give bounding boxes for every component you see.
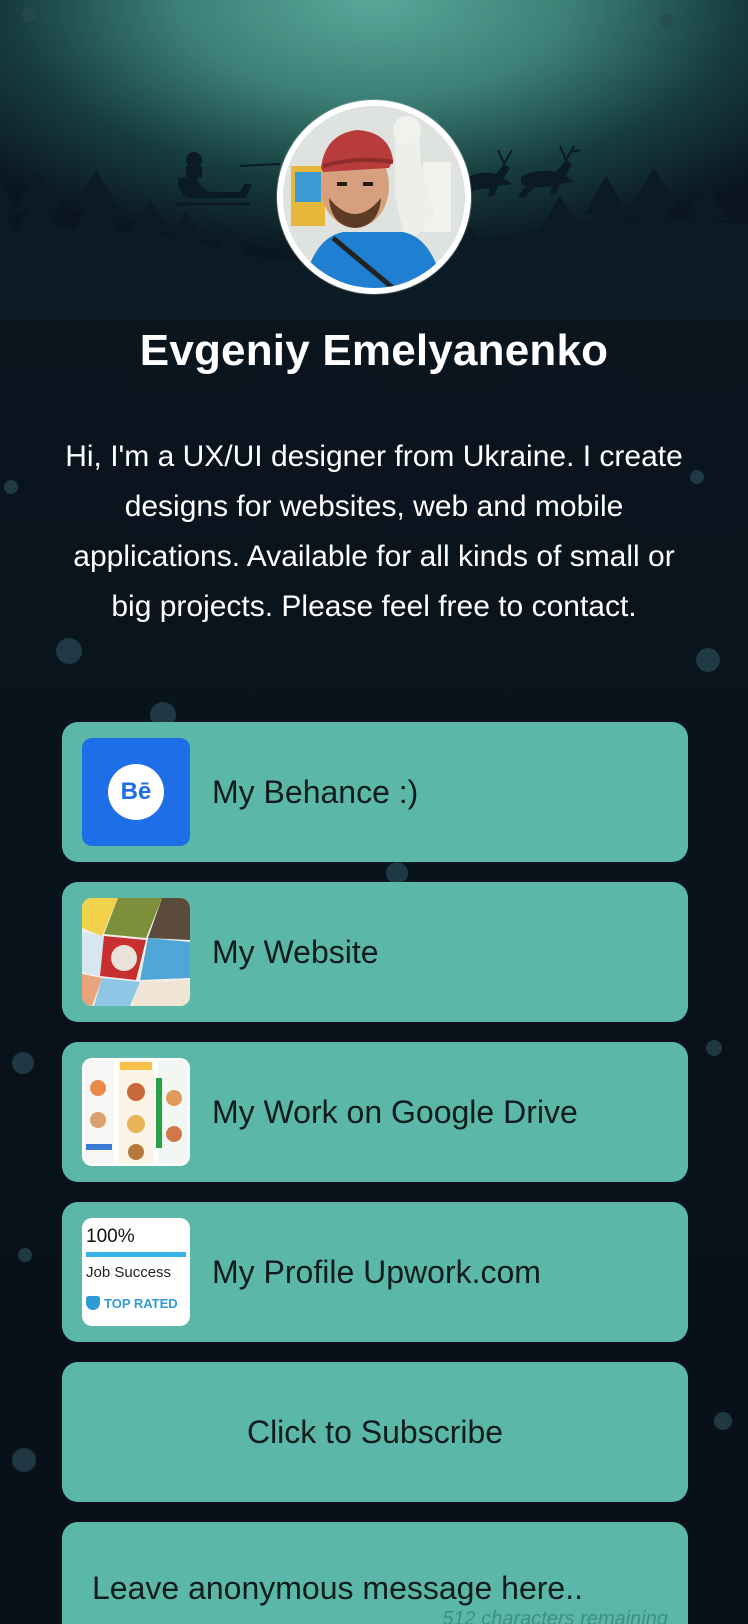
- snowflake: [386, 862, 408, 884]
- upwork-percent-text: 100%: [86, 1226, 135, 1247]
- upwork-link-label: My Profile Upwork.com: [212, 1254, 541, 1290]
- upwork-badge-image: 100% Job Success TOP RATED: [82, 1218, 190, 1326]
- snowflake: [12, 1448, 36, 1472]
- google-drive-link-button[interactable]: My Work on Google Drive: [62, 1042, 688, 1182]
- website-link-button[interactable]: My Website: [62, 882, 688, 1022]
- snowflake: [714, 1412, 732, 1430]
- profile-bio: Hi, I'm a UX/UI designer from Ukraine. I…: [65, 440, 683, 623]
- website-collage-image: [82, 898, 190, 1006]
- anonymous-message-card: 512 characters remaining: [62, 1522, 688, 1624]
- google-drive-thumbnail: [82, 1058, 190, 1166]
- behance-link-label: My Behance :): [212, 774, 419, 810]
- avatar-photo: [283, 106, 465, 288]
- subscribe-button-label: Click to Subscribe: [246, 1414, 504, 1450]
- behance-link-button[interactable]: Bē My Behance :): [62, 722, 688, 862]
- hero-header: [0, 0, 748, 320]
- website-thumbnail: [82, 898, 190, 1006]
- google-drive-link-label: My Work on Google Drive: [212, 1094, 578, 1130]
- characters-remaining-counter: 512 characters remaining: [442, 1608, 668, 1624]
- snowflake: [4, 480, 18, 494]
- subscribe-button[interactable]: Click to Subscribe: [62, 1362, 688, 1502]
- snowflake: [690, 470, 704, 484]
- upwork-top-rated-text: TOP RATED: [104, 1296, 178, 1311]
- behance-icon-background: Bē: [82, 738, 190, 846]
- profile-name: Evgeniy Emelyanenko: [139, 326, 609, 375]
- upwork-thumbnail: 100% Job Success TOP RATED: [82, 1218, 190, 1326]
- upwork-top-rated-badge: TOP RATED: [86, 1296, 178, 1311]
- app-screens-image: [82, 1058, 190, 1166]
- behance-icon: Bē: [82, 738, 190, 846]
- upwork-link-button[interactable]: 100% Job Success TOP RATED My Profile Up…: [62, 1202, 688, 1342]
- snowflake: [706, 1040, 722, 1056]
- snowflake: [18, 1248, 32, 1262]
- behance-logo: Bē: [108, 764, 164, 820]
- website-link-label: My Website: [212, 934, 379, 970]
- sleigh-icon: [176, 152, 281, 206]
- shield-icon: [86, 1296, 100, 1310]
- page: Evgeniy Emelyanenko Hi, I'm a UX/UI desi…: [0, 0, 748, 1624]
- snowflake: [696, 648, 720, 672]
- person-photo-illustration: [283, 106, 465, 288]
- avatar: [277, 100, 471, 294]
- anonymous-message-input[interactable]: [92, 1566, 652, 1610]
- reindeer-icon: [460, 145, 581, 200]
- snowflake: [12, 1052, 34, 1074]
- upwork-progress-bar: [86, 1252, 186, 1257]
- upwork-job-success-text: Job Success: [86, 1264, 172, 1281]
- snowflake: [56, 638, 82, 664]
